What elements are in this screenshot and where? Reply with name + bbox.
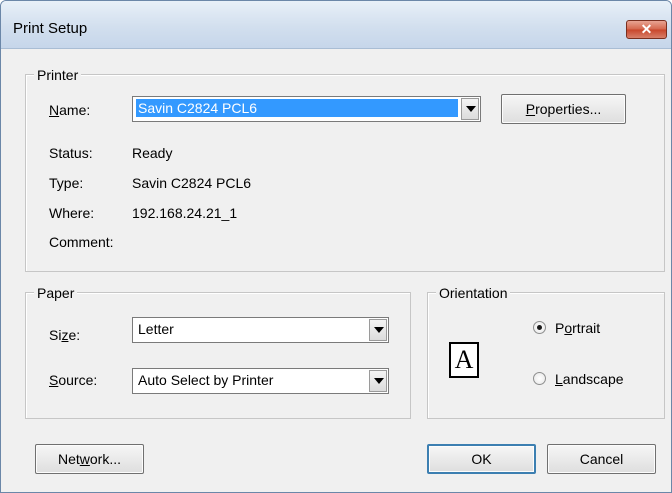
printer-name-value: Savin C2824 PCL6 bbox=[136, 99, 458, 117]
dialog-body: Printer Name: Savin C2824 PCL6 Propertie… bbox=[9, 50, 665, 486]
where-value: 192.168.24.21_1 bbox=[132, 205, 238, 221]
portrait-label[interactable]: Portrait bbox=[555, 319, 600, 337]
size-label: Size: bbox=[49, 327, 81, 343]
network-button[interactable]: Network... bbox=[35, 444, 144, 474]
close-button[interactable]: ✕ bbox=[626, 20, 667, 39]
comment-label: Comment: bbox=[49, 234, 114, 250]
paper-source-value: Auto Select by Printer bbox=[138, 372, 274, 388]
type-value: Savin C2824 PCL6 bbox=[132, 175, 252, 191]
paper-size-value: Letter bbox=[138, 321, 174, 337]
close-icon: ✕ bbox=[640, 21, 653, 37]
status-value: Ready bbox=[132, 145, 173, 161]
landscape-radio[interactable] bbox=[533, 372, 546, 385]
paper-group-label: Paper bbox=[34, 284, 78, 302]
name-label: Name: bbox=[49, 102, 91, 118]
printer-name-select[interactable]: Savin C2824 PCL6 bbox=[132, 96, 481, 122]
source-label: Source: bbox=[49, 372, 98, 388]
portrait-page-icon: A bbox=[449, 342, 479, 378]
paper-group: Paper bbox=[25, 284, 411, 419]
chevron-down-icon[interactable] bbox=[369, 319, 387, 341]
printer-group-label: Printer bbox=[34, 66, 82, 84]
title-bar[interactable]: Print Setup ✕ bbox=[1, 1, 671, 49]
orientation-group-label: Orientation bbox=[436, 284, 511, 302]
status-label: Status: bbox=[49, 145, 93, 161]
paper-size-select[interactable]: Letter bbox=[132, 317, 389, 343]
cancel-button[interactable]: Cancel bbox=[547, 444, 656, 474]
window-title: Print Setup bbox=[13, 20, 88, 37]
print-setup-dialog: Print Setup ✕ Printer Name: Savin C2824 … bbox=[0, 0, 672, 493]
properties-button[interactable]: Properties... bbox=[501, 94, 626, 124]
type-label: Type: bbox=[49, 175, 84, 191]
portrait-radio[interactable] bbox=[533, 321, 546, 334]
paper-source-select[interactable]: Auto Select by Printer bbox=[132, 368, 389, 394]
where-label: Where: bbox=[49, 205, 95, 221]
chevron-down-icon[interactable] bbox=[369, 370, 387, 392]
landscape-label[interactable]: Landscape bbox=[555, 370, 624, 388]
chevron-down-icon[interactable] bbox=[461, 98, 479, 120]
ok-button[interactable]: OK bbox=[427, 444, 536, 474]
